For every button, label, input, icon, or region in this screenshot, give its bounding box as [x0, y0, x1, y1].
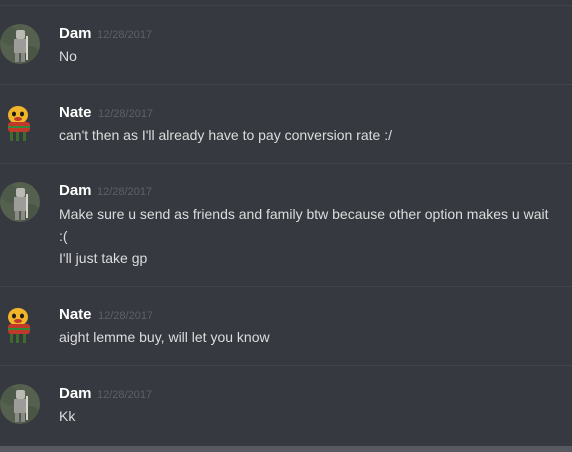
message-text: Make sure u send as friends and family b… — [59, 206, 549, 222]
nate-avatar-icon[interactable] — [0, 103, 40, 143]
message-group: Nate 12/28/2017 can't then as I'll alrea… — [0, 85, 572, 164]
nate-avatar-icon[interactable] — [0, 305, 40, 345]
message-text: can't then as I'll already have to pay c… — [59, 127, 392, 143]
message-text: Kk — [59, 408, 76, 424]
message-text: No — [59, 48, 77, 64]
message-text: :( — [59, 228, 68, 244]
dam-avatar-icon[interactable] — [0, 384, 40, 424]
message-timestamp: 12/28/2017 — [98, 310, 154, 322]
dam-avatar-icon[interactable] — [0, 182, 40, 222]
bottom-scroll-edge — [0, 446, 572, 452]
dam-avatar-icon[interactable] — [0, 24, 40, 64]
message-author[interactable]: Dam — [59, 182, 92, 199]
message-author[interactable]: Dam — [59, 385, 92, 402]
message-group: Dam 12/28/2017 Make sure u send as frien… — [0, 164, 572, 287]
message-timestamp: 12/28/2017 — [97, 186, 153, 198]
message-group: Dam 12/28/2017 No — [0, 0, 572, 85]
message-timestamp: 12/28/2017 — [98, 108, 154, 120]
message-text: I'll just take gp — [59, 250, 148, 266]
message-author[interactable]: Dam — [59, 25, 92, 42]
message-timestamp: 12/28/2017 — [97, 29, 153, 41]
message-author[interactable]: Nate — [59, 104, 92, 121]
message-group: Dam 12/28/2017 Kk — [0, 366, 572, 446]
message-author[interactable]: Nate — [59, 306, 92, 323]
message-timestamp: 12/28/2017 — [97, 389, 153, 401]
message-group: Nate 12/28/2017 aight lemme buy, will le… — [0, 287, 572, 366]
message-text: aight lemme buy, will let you know — [59, 329, 270, 345]
chat-message-list: Dam 12/28/2017 No Nate 12/28/2017 can't … — [0, 0, 572, 452]
